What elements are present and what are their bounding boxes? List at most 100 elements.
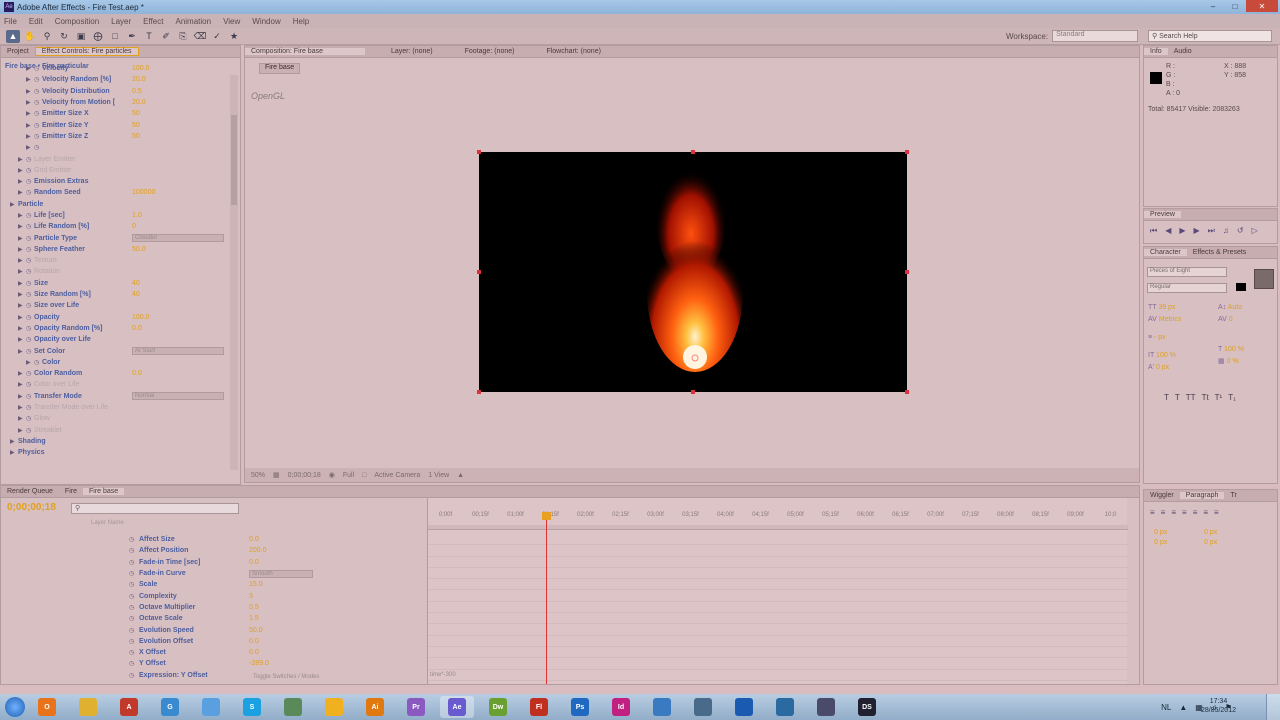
- workspace-dropdown[interactable]: Standard: [1052, 30, 1139, 42]
- property-row[interactable]: ▶ Shading: [2, 436, 228, 447]
- stopwatch-icon[interactable]: ◷: [129, 581, 134, 588]
- property-row[interactable]: ▶ ◷ Opacity 100.0: [2, 312, 228, 323]
- rectangle-tool-icon[interactable]: □: [108, 30, 122, 43]
- timeline-row[interactable]: ◷ Scale 15.0: [1, 579, 425, 590]
- clone-stamp-tool-icon[interactable]: ⎘: [176, 30, 190, 43]
- superscript-icon[interactable]: T¹: [1215, 393, 1223, 402]
- timeline-row[interactable]: ◷ Evolution Offset 0.0: [1, 636, 425, 647]
- property-value[interactable]: 40: [132, 291, 140, 298]
- rotate-tool-icon[interactable]: ↻: [57, 30, 71, 43]
- property-value[interactable]: 0: [132, 223, 136, 230]
- tab-effect-controls[interactable]: Effect Controls: Fire particles: [34, 47, 139, 56]
- current-time[interactable]: 0;00;00;18: [288, 472, 321, 479]
- property-value[interactable]: 50.0: [132, 246, 146, 253]
- timeline-row[interactable]: ◷ Affect Position 200.0: [1, 545, 425, 556]
- menu-file[interactable]: File: [4, 17, 17, 26]
- camera-dropdown[interactable]: Active Camera: [374, 472, 420, 479]
- stopwatch-icon[interactable]: ◷: [26, 178, 34, 185]
- taskbar-app-button[interactable]: [768, 696, 802, 718]
- stopwatch-icon[interactable]: ◷: [34, 122, 42, 129]
- bounds-handle[interactable]: [905, 270, 909, 274]
- stopwatch-icon[interactable]: ◷: [26, 404, 34, 411]
- taskbar-app-button[interactable]: [645, 696, 679, 718]
- property-row[interactable]: ▶ ◷ Velocity 100.0: [2, 63, 228, 74]
- stopwatch-icon[interactable]: ◷: [26, 314, 34, 321]
- stopwatch-icon[interactable]: ◷: [129, 593, 134, 600]
- property-row[interactable]: ▶ ◷ Layer Emitter: [2, 153, 228, 164]
- property-row[interactable]: ▶ ◷ Color: [2, 357, 228, 368]
- hand-tool-icon[interactable]: ✋: [23, 30, 37, 43]
- scrollbar-thumb[interactable]: [231, 115, 237, 205]
- grid-icon[interactable]: ▦: [273, 471, 280, 479]
- stopwatch-icon[interactable]: ◷: [26, 415, 34, 422]
- property-value[interactable]: 40: [132, 280, 140, 287]
- twirl-arrow-icon[interactable]: ▶: [18, 427, 26, 434]
- tab-paragraph[interactable]: Paragraph: [1179, 492, 1225, 499]
- property-dropdown[interactable]: Cloudlet: [132, 234, 224, 243]
- property-row[interactable]: ▶ ◷ Emitter Size Z 50: [2, 131, 228, 142]
- property-value[interactable]: 50: [132, 122, 140, 129]
- taskbar-app-button[interactable]: [686, 696, 720, 718]
- tab-info[interactable]: Info: [1144, 48, 1168, 55]
- taskbar-app-button[interactable]: [317, 696, 351, 718]
- property-row[interactable]: ▶ ◷ Velocity Distribution 0.5: [2, 86, 228, 97]
- tab-render-queue[interactable]: Render Queue: [1, 488, 59, 495]
- property-row[interactable]: ▶ ◷ Color over Life: [2, 379, 228, 390]
- twirl-arrow-icon[interactable]: ▶: [26, 99, 34, 106]
- twirl-arrow-icon[interactable]: ▶: [26, 122, 34, 129]
- resolution-dropdown[interactable]: Full: [343, 472, 354, 479]
- first-frame-icon[interactable]: ⏮: [1150, 226, 1157, 236]
- previous-frame-icon[interactable]: ◀: [1165, 226, 1171, 236]
- twirl-arrow-icon[interactable]: ▶: [26, 359, 34, 366]
- twirl-arrow-icon[interactable]: ▶: [18, 381, 26, 388]
- property-value[interactable]: 3: [249, 593, 253, 600]
- twirl-arrow-icon[interactable]: ▶: [26, 110, 34, 117]
- stopwatch-icon[interactable]: ◷: [129, 604, 134, 611]
- property-value[interactable]: 20.0: [132, 99, 146, 106]
- property-value[interactable]: 0.0: [132, 325, 142, 332]
- property-row[interactable]: ▶ ◷ Particle Type Cloudlet: [2, 232, 228, 243]
- twirl-arrow-icon[interactable]: ▶: [18, 393, 26, 400]
- twirl-arrow-icon[interactable]: ▶: [18, 235, 26, 242]
- taskbar-app-button[interactable]: O: [30, 696, 64, 718]
- stopwatch-icon[interactable]: ◷: [34, 110, 42, 117]
- tab-tracker[interactable]: Tr: [1224, 492, 1242, 499]
- indent-right-value[interactable]: 0 px: [1204, 528, 1217, 538]
- twirl-arrow-icon[interactable]: ▶: [18, 415, 26, 422]
- twirl-arrow-icon[interactable]: ▶: [26, 65, 34, 72]
- font-size-value[interactable]: 39 px: [1158, 304, 1175, 311]
- property-row[interactable]: ▶ ◷ Opacity over Life: [2, 334, 228, 345]
- stopwatch-icon[interactable]: ◷: [26, 370, 34, 377]
- twirl-arrow-icon[interactable]: ▶: [18, 314, 26, 321]
- camera-snapshot-icon[interactable]: ◉: [329, 471, 335, 479]
- bounds-handle[interactable]: [691, 150, 695, 154]
- property-value[interactable]: 100.0: [132, 65, 150, 72]
- pan-behind-tool-icon[interactable]: ⨁: [91, 30, 105, 43]
- property-value[interactable]: 1.0: [132, 212, 142, 219]
- stopwatch-icon[interactable]: ◷: [26, 302, 34, 309]
- property-value[interactable]: 0.5: [132, 88, 142, 95]
- stopwatch-icon[interactable]: ◷: [34, 88, 42, 95]
- taskbar-app-button[interactable]: S: [235, 696, 269, 718]
- bounds-handle[interactable]: [477, 390, 481, 394]
- effect-controls-scrollbar[interactable]: [230, 75, 238, 470]
- tab-project[interactable]: Project: [1, 48, 35, 55]
- twirl-arrow-icon[interactable]: ▶: [18, 212, 26, 219]
- property-row[interactable]: ▶ Particle: [2, 199, 228, 210]
- timeline-row[interactable]: ◷ Fade-in Curve Smooth: [1, 568, 425, 579]
- taskbar-app-button[interactable]: [727, 696, 761, 718]
- puppet-tool-icon[interactable]: ★: [227, 30, 241, 43]
- property-value[interactable]: 15.0: [249, 581, 263, 588]
- property-row[interactable]: ▶ ◷ Glow: [2, 413, 228, 424]
- ram-preview-icon[interactable]: ▷: [1252, 226, 1258, 236]
- property-row[interactable]: ▶ ◷ Life Random [%] 0: [2, 221, 228, 232]
- twirl-arrow-icon[interactable]: ▶: [18, 370, 26, 377]
- property-value[interactable]: 0.0: [249, 638, 259, 645]
- taskbar-app-button[interactable]: Dw: [481, 696, 515, 718]
- timeline-row[interactable]: ◷ Evolution Speed 50.0: [1, 624, 425, 635]
- camera-tool-icon[interactable]: ▣: [74, 30, 88, 43]
- search-help-input[interactable]: ⚲ Search Help: [1148, 30, 1272, 42]
- timeline-row[interactable]: ◷ Fade-in Time [sec] 0.0: [1, 557, 425, 568]
- current-time-indicator[interactable]: [546, 512, 547, 684]
- roto-brush-tool-icon[interactable]: ✓: [210, 30, 224, 43]
